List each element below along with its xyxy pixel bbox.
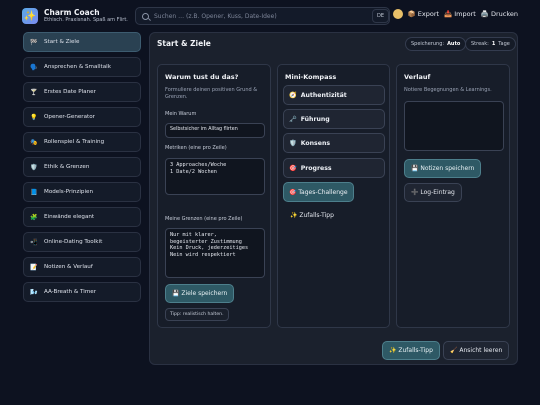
history-card: Verlauf Notiere Begegnungen & Learnings.… (396, 64, 510, 328)
sidebar-item-ethik[interactable]: 🛡️ Ethik & Grenzen (23, 157, 141, 177)
top-actions: 📦 Export 📥 Import 🖨️ Drucken (392, 9, 518, 19)
import-button[interactable]: 📥 Import (444, 10, 476, 18)
cocktail-icon: 🍸 (30, 88, 38, 96)
sidebar-item-notizen[interactable]: 📝 Notizen & Verlauf (23, 257, 141, 277)
save-notes-button[interactable]: 💾 Notizen speichern (404, 159, 482, 178)
sidebar-item-start[interactable]: 🏁 Start & Ziele (23, 32, 141, 52)
save-goals-button[interactable]: 💾 Ziele speichern (165, 284, 235, 303)
storage-label: Speicherung: (411, 41, 445, 47)
compass-item-authentizitaet[interactable]: 🧭 Authentizität (283, 85, 385, 105)
page-title: Start & Ziele (157, 39, 211, 48)
sidebar-item-label: Einwände elegant (44, 214, 95, 220)
sidebar-item-online-dating[interactable]: 📲 Online-Dating Toolkit (23, 232, 141, 252)
history-notes-textarea[interactable] (404, 101, 504, 151)
compass-item-label: Authentizität (300, 91, 347, 99)
flag-icon: 🏁 (30, 38, 38, 46)
app-title: Charm Coach (44, 8, 100, 17)
compass-card: Mini-Kompass 🧭 Authentizität 🗝️ Führung 🛡️… (277, 64, 390, 328)
app-subtitle: Ethisch. Praxisnah. Spaß am Flirt. (44, 17, 128, 23)
sidebar-item-label: Ethik & Grenzen (44, 164, 90, 170)
sidebar-item-models[interactable]: 📘 Models-Prinzipien (23, 182, 141, 202)
history-description: Notiere Begegnungen & Learnings. (404, 87, 492, 93)
phone-icon: 📲 (30, 238, 38, 246)
export-button[interactable]: 📦 Export (408, 10, 439, 18)
warum-input[interactable]: Selbstsicher im Alltag flirten (165, 123, 265, 138)
tip-badge: Tipp: realistisch halten. (165, 308, 229, 321)
limits-textarea[interactable]: Nur mit klarer, begeisterter Zustimmung … (165, 228, 265, 278)
search-box[interactable] (135, 7, 390, 25)
search-input[interactable] (154, 12, 374, 20)
shield-icon: 🛡️ (30, 163, 38, 171)
why-title: Warum tust du das? (165, 73, 239, 81)
sidebar-item-label: Opener-Generator (44, 114, 95, 120)
sparkle-logo-icon: ✨ (22, 8, 38, 24)
sidebar-item-label: Start & Ziele (44, 39, 80, 45)
sidebar-item-opener[interactable]: 💡 Opener-Generator (23, 107, 141, 127)
speech-icon: 🗣️ (30, 63, 38, 71)
footer-random-tip-button[interactable]: ✨ Zufalls-Tipp (382, 341, 440, 360)
why-card: Warum tust du das? Formuliere deinen pos… (157, 64, 271, 328)
streak-label: Streak: (471, 41, 489, 47)
print-button[interactable]: 🖨️ Drucken (481, 10, 518, 18)
storage-value: Auto (447, 41, 461, 47)
compass-item-progress[interactable]: 🎯 Progress (283, 158, 385, 178)
random-tip-button[interactable]: ✨ Zufalls-Tipp (283, 206, 341, 225)
masks-icon: 🎭 (30, 138, 38, 146)
lightbulb-icon: 💡 (30, 113, 38, 121)
main-panel: Start & Ziele Speicherung: Auto Streak: 1 T… (149, 32, 518, 365)
sidebar-item-date-planer[interactable]: 🍸 Erstes Date Planer (23, 82, 141, 102)
log-entry-button[interactable]: ➕ Log-Eintrag (404, 183, 462, 202)
streak-unit: Tage (498, 41, 510, 47)
search-icon (142, 12, 149, 20)
sidebar-item-label: AA-Breath & Timer (44, 289, 97, 295)
clear-view-button[interactable]: 🧹 Ansicht leeren (443, 341, 510, 360)
target-icon: 🎯 (289, 165, 297, 172)
sidebar-item-smalltalk[interactable]: 🗣️ Ansprechen & Smalltalk (23, 57, 141, 77)
book-icon: 📘 (30, 188, 38, 196)
compass-item-konsens[interactable]: 🛡️ Konsens (283, 133, 385, 153)
theme-toggle-icon[interactable] (392, 9, 403, 19)
history-title: Verlauf (404, 73, 431, 81)
compass-item-fuehrung[interactable]: 🗝️ Führung (283, 109, 385, 129)
daily-challenge-button[interactable]: 🎯 Tages-Challenge (283, 182, 354, 202)
compass-item-label: Führung (300, 115, 330, 123)
sidebar-item-label: Erstes Date Planer (44, 89, 96, 95)
compass-item-label: Progress (300, 164, 332, 172)
warum-label: Mein Warum (165, 111, 197, 117)
compass-icon: 🧭 (289, 92, 297, 99)
compass-item-label: Konsens (300, 139, 331, 147)
puzzle-icon: 🧩 (30, 213, 38, 221)
streak-value: 1 (491, 41, 496, 47)
memo-icon: 📝 (30, 263, 38, 271)
sidebar-item-label: Rollenspiel & Training (44, 139, 105, 145)
top-bar: ✨ Charm Coach Ethisch. Praxisnah. Spaß a… (0, 0, 540, 32)
sidebar-item-einwaende[interactable]: 🧩 Einwände elegant (23, 207, 141, 227)
why-description: Formuliere deinen positiven Grund & Gren… (165, 87, 258, 100)
streak-badge: Streak: 1 Tage (465, 37, 516, 51)
sidebar-item-label: Notizen & Verlauf (44, 264, 93, 270)
sidebar-item-label: Online-Dating Toolkit (44, 239, 103, 245)
sidebar-item-rollenspiel[interactable]: 🎭 Rollenspiel & Training (23, 132, 141, 152)
shield-icon: 🛡️ (289, 140, 297, 147)
key-icon: 🗝️ (289, 116, 297, 123)
metrics-label: Metriken (eine pro Zeile) (165, 145, 227, 151)
sidebar: 🏁 Start & Ziele 🗣️ Ansprechen & Smalltalk … (23, 32, 141, 307)
wind-icon: 🌬️ (30, 288, 38, 296)
storage-badge: Speicherung: Auto (405, 37, 467, 51)
sidebar-item-label: Models-Prinzipien (44, 189, 93, 195)
language-button[interactable]: DE (372, 9, 390, 23)
brand: ✨ Charm Coach Ethisch. Praxisnah. Spaß a… (22, 8, 128, 24)
sidebar-item-label: Ansprechen & Smalltalk (44, 64, 111, 70)
metrics-textarea[interactable]: 3 Approaches/Woche 1 Date/2 Wochen (165, 158, 265, 195)
sidebar-item-breath-timer[interactable]: 🌬️ AA-Breath & Timer (23, 282, 141, 302)
limits-label: Meine Grenzen (eine pro Zeile) (165, 216, 243, 222)
compass-title: Mini-Kompass (285, 73, 337, 81)
